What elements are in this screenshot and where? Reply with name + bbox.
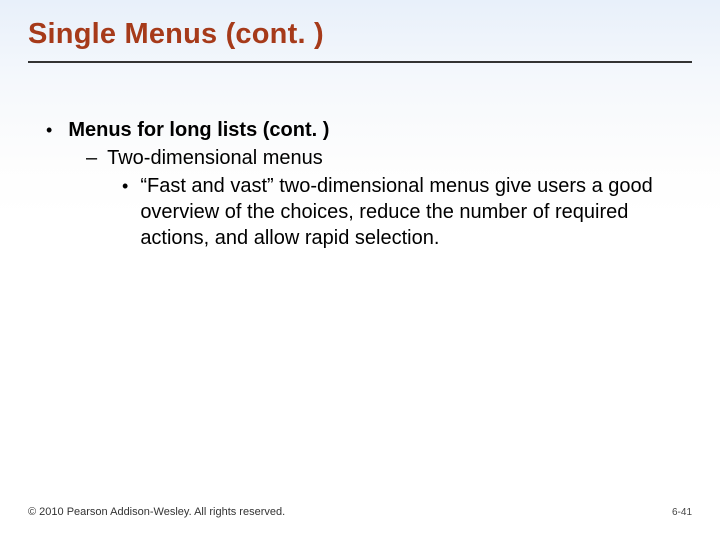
slide-content: • Menus for long lists (cont. ) – Two-di… [0,63,720,251]
bullet-marker: • [122,175,140,198]
bullet-level-3: • “Fast and vast” two-dimensional menus … [40,173,680,251]
copyright-text: © 2010 Pearson Addison-Wesley. All right… [28,506,285,518]
bullet-text: “Fast and vast” two-dimensional menus gi… [140,173,680,251]
bullet-marker: – [86,145,107,171]
bullet-text: Menus for long lists (cont. ) [68,117,329,143]
bullet-level-1: • Menus for long lists (cont. ) [40,117,680,143]
bullet-marker: • [40,119,68,142]
slide-title: Single Menus (cont. ) [0,0,720,51]
slide-footer: © 2010 Pearson Addison-Wesley. All right… [28,506,692,518]
bullet-text: Two-dimensional menus [107,145,323,171]
bullet-level-2: – Two-dimensional menus [40,145,680,171]
page-number: 6-41 [672,507,692,518]
